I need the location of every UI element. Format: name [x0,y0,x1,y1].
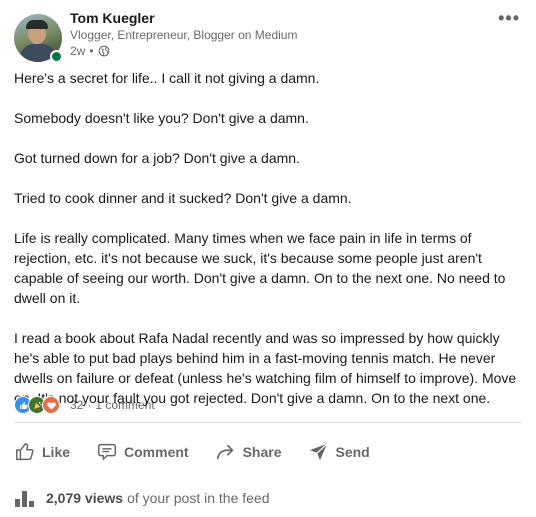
social-counts: 32 · 1 comment [14,396,155,414]
send-button[interactable]: Send [302,437,376,467]
social-separator: · [87,398,92,412]
post-views[interactable]: 2,079 views of your post in the feed [14,488,270,508]
author-headline: Vlogger, Entrepreneur, Blogger on Medium [70,28,298,42]
analytics-icon [15,491,34,507]
like-button[interactable]: Like [8,437,76,467]
thumbs-up-icon [16,443,34,461]
share-button[interactable]: Share [209,437,288,467]
online-status-icon [50,50,63,63]
post-time: 2w [70,44,86,58]
comment-button[interactable]: Comment [90,437,195,467]
comment-icon [98,443,116,461]
post-paragraph: Life is really complicated. Many times w… [14,230,506,306]
avatar[interactable] [14,14,63,63]
globe-icon [98,45,109,57]
post-paragraph: Got turned down for a job? Don't give a … [14,150,300,166]
share-icon [216,444,233,460]
post-paragraph: Tried to cook dinner and it sucked? Don'… [14,190,352,206]
love-icon [42,396,60,414]
more-options-icon[interactable]: ••• [498,8,520,29]
reaction-count[interactable]: 32 [70,398,83,412]
send-label: Send [335,444,370,460]
post-meta: 2w • [70,44,110,58]
comment-label: Comment [124,444,189,460]
comment-count[interactable]: 1 comment [95,398,154,412]
views-suffix: of your post in the feed [127,490,270,506]
send-icon [309,443,328,461]
reactions-summary[interactable] [14,396,60,414]
author-name[interactable]: Tom Kuegler [70,10,155,26]
divider [14,422,522,423]
post-body: Here's a secret for life.. I call it not… [14,68,524,428]
post-header: Tom Kuegler Vlogger, Entrepreneur, Blogg… [14,8,524,63]
post-paragraph: Here's a secret for life.. I call it not… [14,70,320,86]
share-label: Share [242,444,282,460]
views-count: 2,079 views [46,490,124,506]
like-label: Like [42,444,71,460]
post-paragraph: Somebody doesn't like you? Don't give a … [14,110,309,126]
action-bar: Like Comment Share Send [8,436,390,468]
meta-separator: • [89,44,94,58]
